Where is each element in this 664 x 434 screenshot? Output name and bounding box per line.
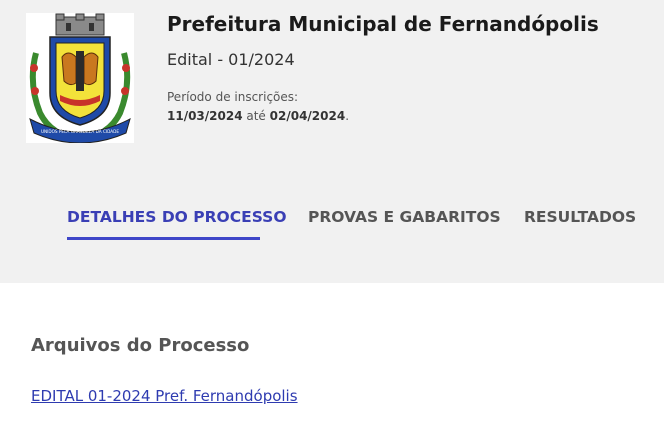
city-coat-of-arms-logo: UNIDOS PELA GRANDEZA DA CIDADE xyxy=(26,13,134,143)
crest-motto: UNIDOS PELA GRANDEZA DA CIDADE xyxy=(41,129,119,134)
organization-name: Prefeitura Municipal de Fernandópolis xyxy=(167,12,599,36)
registration-period: 11/03/2024 até 02/04/2024. xyxy=(167,109,349,123)
tab-exams-and-answer-keys[interactable]: PROVAS E GABARITOS xyxy=(308,208,501,226)
process-files-heading: Arquivos do Processo xyxy=(31,335,250,356)
edital-number: Edital - 01/2024 xyxy=(167,50,295,69)
tab-process-details[interactable]: DETALHES DO PROCESSO xyxy=(67,208,287,226)
edital-file-link[interactable]: EDITAL 01-2024 Pref. Fernandópolis xyxy=(31,387,298,405)
period-end-punctuation: . xyxy=(345,109,350,123)
process-tabs: DETALHES DO PROCESSO PROVAS E GABARITOS … xyxy=(0,208,664,248)
period-separator: até xyxy=(242,109,270,123)
period-end-date: 02/04/2024 xyxy=(269,109,346,123)
tab-results[interactable]: RESULTADOS xyxy=(524,208,636,226)
active-tab-indicator xyxy=(67,237,260,240)
registration-period-label: Período de inscrições: xyxy=(167,90,299,104)
process-header: UNIDOS PELA GRANDEZA DA CIDADE Prefeitur… xyxy=(0,0,664,283)
period-start-date: 11/03/2024 xyxy=(167,109,243,123)
